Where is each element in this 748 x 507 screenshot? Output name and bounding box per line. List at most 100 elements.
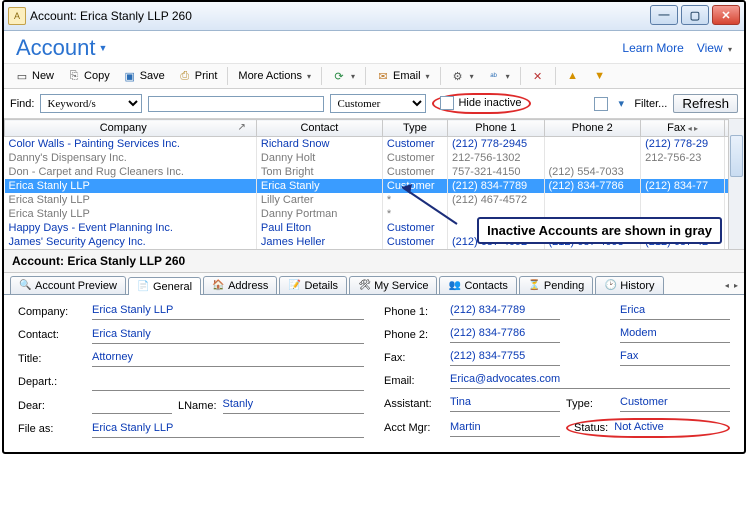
cell-phone1: (212) 834-7789: [447, 179, 544, 193]
val-email[interactable]: Erica@advocates.com: [450, 372, 730, 389]
val-fax[interactable]: (212) 834-7755: [450, 349, 560, 366]
cell-phone2: (212) 834-7786: [544, 179, 641, 193]
save-button[interactable]: Save: [118, 66, 170, 86]
val-status[interactable]: Not Active: [614, 420, 722, 436]
val-lname[interactable]: Stanly: [223, 397, 364, 414]
nav-up-button[interactable]: [561, 66, 585, 86]
find-label: Find:: [10, 98, 34, 110]
grid-header-row[interactable]: Company ↗ Contact Type Phone 1 Phone 2 F…: [5, 120, 744, 137]
col-phone2[interactable]: Phone 2: [544, 120, 641, 137]
cell-fax: [641, 165, 725, 179]
filter-label[interactable]: Filter...: [634, 98, 667, 110]
val-acctmgr[interactable]: Martin: [450, 420, 560, 437]
contacts-icon: 👥: [448, 279, 461, 292]
cell-phone1: [447, 207, 544, 221]
col-contact[interactable]: Contact: [256, 120, 382, 137]
cell-contact: Danny Holt: [256, 151, 382, 165]
accounts-grid[interactable]: Company ↗ Contact Type Phone 1 Phone 2 F…: [4, 119, 744, 249]
up-icon: [566, 69, 580, 83]
hide-inactive-checkbox[interactable]: [440, 96, 454, 110]
tab-myservice[interactable]: 🛠My Service: [349, 276, 437, 294]
tab-contacts[interactable]: 👥Contacts: [439, 276, 516, 294]
val-phone2-type[interactable]: Modem: [620, 326, 730, 343]
copy-button[interactable]: Copy: [62, 66, 115, 86]
table-row[interactable]: James' Security Agency Inc.James HellerC…: [5, 235, 744, 249]
scroll-thumb[interactable]: [730, 135, 743, 177]
detail-form: Company: Erica Stanly LLP Contact: Erica…: [4, 295, 744, 452]
minimize-button[interactable]: —: [650, 5, 678, 25]
tab-general[interactable]: 📄General: [128, 277, 201, 295]
maximize-button[interactable]: ▢: [681, 5, 709, 25]
close-button[interactable]: ✕: [712, 5, 740, 25]
val-phone1[interactable]: (212) 834-7789: [450, 303, 560, 320]
tab-account-preview[interactable]: 🔍Account Preview: [10, 276, 126, 294]
table-row[interactable]: Erica Stanly LLPLilly Carter*(212) 467-4…: [5, 193, 744, 207]
col-type[interactable]: Type: [382, 120, 447, 137]
new-icon: [15, 69, 29, 83]
cell-phone2: [544, 151, 641, 165]
delete-button[interactable]: [526, 66, 550, 86]
lbl-phone1: Phone 1:: [384, 306, 444, 318]
app-window: A Account: Erica Stanly LLP 260 — ▢ ✕ Ac…: [2, 0, 746, 454]
val-type[interactable]: Customer: [620, 395, 730, 412]
val-phone2[interactable]: (212) 834-7786: [450, 326, 560, 343]
cell-company: Erica Stanly LLP: [5, 207, 257, 221]
tab-pending[interactable]: ⏳Pending: [519, 276, 593, 294]
cell-phone1: [447, 221, 544, 235]
table-row[interactable]: Erica Stanly LLPErica StanlyCustomer(212…: [5, 179, 744, 193]
toolbar: New Copy Save Print More Actions▾ ▾ Emai…: [4, 63, 744, 89]
val-fileas[interactable]: Erica Stanly LLP: [92, 421, 364, 438]
cell-phone1: 212-756-1302: [447, 151, 544, 165]
save-icon: [123, 69, 137, 83]
refresh-button[interactable]: Refresh: [673, 94, 738, 113]
cell-phone1: (212) 467-4572: [447, 193, 544, 207]
table-row[interactable]: Happy Days - Event Planning Inc.Paul Elt…: [5, 221, 744, 235]
find-type-select[interactable]: Customer: [330, 94, 426, 113]
settings-button[interactable]: ▾: [446, 66, 479, 86]
val-dear[interactable]: [92, 397, 172, 414]
page-dropdown-icon[interactable]: ▼: [99, 43, 108, 53]
lbl-status: Status:: [574, 422, 608, 434]
print-button[interactable]: Print: [173, 66, 223, 86]
cell-type: Customer: [382, 151, 447, 165]
print-icon: [178, 69, 192, 83]
table-row[interactable]: Color Walls - Painting Services Inc.Rich…: [5, 137, 744, 152]
email-button[interactable]: Email▾: [371, 66, 435, 86]
hide-inactive-label: Hide inactive: [458, 97, 521, 109]
val-assistant[interactable]: Tina: [450, 395, 560, 412]
col-phone1[interactable]: Phone 1: [447, 120, 544, 137]
col-fax[interactable]: Fax ◂ ▸: [641, 120, 725, 137]
val-contact[interactable]: Erica Stanly: [92, 327, 364, 344]
sync-button[interactable]: ▾: [327, 66, 360, 86]
filter-checkbox[interactable]: [594, 97, 608, 111]
cell-company: Happy Days - Event Planning Inc.: [5, 221, 257, 235]
app-icon: A: [8, 7, 26, 25]
val-depart[interactable]: [92, 374, 364, 391]
val-title[interactable]: Attorney: [92, 350, 364, 367]
tab-details[interactable]: 📝Details: [279, 276, 347, 294]
spellcheck-button[interactable]: ▾: [482, 66, 515, 86]
learn-more-link[interactable]: Learn More: [622, 41, 683, 55]
grid-scrollbar[interactable]: [728, 119, 744, 249]
cell-phone1: (212) 687-4092: [447, 235, 544, 249]
col-company[interactable]: Company ↗: [5, 120, 257, 137]
titlebar[interactable]: A Account: Erica Stanly LLP 260 — ▢ ✕: [4, 2, 744, 31]
table-row[interactable]: Danny's Dispensary Inc.Danny HoltCustome…: [5, 151, 744, 165]
find-mode-select[interactable]: Keyword/s: [40, 94, 142, 113]
lbl-depart: Depart.:: [18, 376, 86, 388]
val-phone1-type[interactable]: Erica: [620, 303, 730, 320]
page-title[interactable]: Account: [16, 35, 96, 61]
tab-history[interactable]: 🕑History: [595, 276, 663, 294]
val-fax-type[interactable]: Fax: [620, 349, 730, 366]
val-company[interactable]: Erica Stanly LLP: [92, 303, 364, 320]
nav-down-button[interactable]: [588, 66, 612, 86]
tab-address[interactable]: 🏠Address: [203, 276, 277, 294]
find-input[interactable]: [148, 96, 324, 112]
view-menu[interactable]: View ▾: [697, 41, 732, 55]
header: Account ▼ Learn More View ▾: [4, 31, 744, 63]
tab-nav[interactable]: ◂ ▸: [723, 279, 738, 291]
more-actions-button[interactable]: More Actions▾: [233, 67, 316, 85]
new-button[interactable]: New: [10, 66, 59, 86]
table-row[interactable]: Don - Carpet and Rug Cleaners Inc.Tom Br…: [5, 165, 744, 179]
table-row[interactable]: Erica Stanly LLPDanny Portman*: [5, 207, 744, 221]
